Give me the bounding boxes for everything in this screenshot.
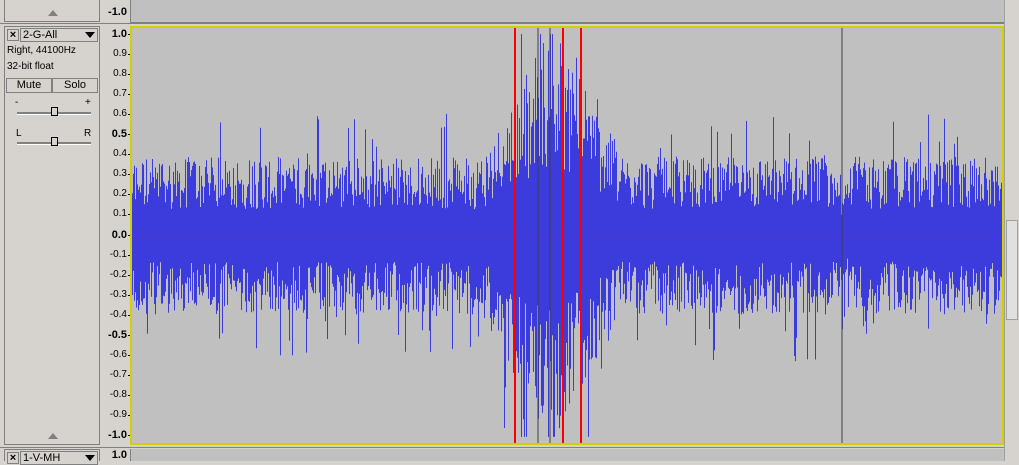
ruler-tick-label: 0.2 bbox=[113, 188, 127, 200]
ruler-tick-label: 0.4 bbox=[113, 148, 127, 160]
track-separator bbox=[0, 447, 1005, 448]
vertical-scrollbar[interactable] bbox=[1004, 0, 1019, 461]
solo-button[interactable]: Solo bbox=[52, 78, 98, 93]
ruler-tick-label: -1.0 bbox=[108, 429, 127, 441]
ruler-tick-label: 0.0 bbox=[111, 228, 127, 241]
top-track-ruler: -1.0 bbox=[101, 0, 131, 22]
top-track-control-panel bbox=[4, 0, 100, 22]
ruler-tick-label: -0.5 bbox=[108, 328, 127, 341]
ruler-tick-label: -0.4 bbox=[109, 308, 127, 320]
bottom-track-ruler: 1.0 bbox=[101, 449, 131, 461]
bottom-track-control-panel: × 1-V-MH bbox=[4, 449, 100, 465]
ruler-tick-label: -0.9 bbox=[109, 408, 127, 420]
track-name: 1-V-MH bbox=[23, 452, 61, 464]
track-separator bbox=[0, 23, 1005, 24]
ruler-tick-label: 0.1 bbox=[113, 208, 127, 220]
ruler-tick-label: 0.5 bbox=[111, 128, 127, 141]
ruler-tick-label: 0.3 bbox=[113, 168, 127, 180]
amplitude-ruler: 1.0 0.9 0.8 0.7 0.6 0.5 0.4 0.3 0.2 0.1 0.0 -0.1 -0.… bbox=[101, 26, 132, 445]
pan-left-label: L bbox=[16, 128, 22, 139]
ruler-tick-label: -0.2 bbox=[109, 268, 127, 280]
scrollbar-thumb[interactable] bbox=[1006, 220, 1018, 320]
ruler-tick-label: -0.1 bbox=[109, 248, 127, 260]
track-control-panel: × 2-G-All Right, 44100Hz 32-bit float Mu… bbox=[4, 26, 100, 445]
ruler-tick-label: 0.6 bbox=[113, 108, 127, 120]
close-track-button[interactable]: × bbox=[7, 29, 19, 41]
chevron-down-icon bbox=[85, 455, 95, 461]
ruler-tick-label: -0.6 bbox=[109, 348, 127, 360]
ruler-tick-label: 0.7 bbox=[113, 88, 127, 100]
gain-plus-label: + bbox=[85, 97, 91, 108]
pan-slider-thumb[interactable] bbox=[51, 137, 58, 146]
ruler-tick-label: -0.8 bbox=[109, 388, 127, 400]
ruler-tick-label: -0.7 bbox=[109, 368, 127, 380]
ruler-tick-label: 0.8 bbox=[113, 68, 127, 80]
gain-minus-label: - bbox=[15, 97, 19, 108]
ruler-label: -1.0 bbox=[108, 6, 127, 18]
collapse-arrow-icon[interactable] bbox=[48, 433, 58, 439]
gain-slider-thumb[interactable] bbox=[51, 107, 58, 116]
mute-button[interactable]: Mute bbox=[6, 78, 52, 93]
bottom-track-wave-area[interactable] bbox=[130, 449, 1005, 461]
ruler-label: 1.0 bbox=[111, 449, 127, 461]
track-format-info: 32-bit float bbox=[7, 61, 54, 72]
ruler-tick-label: 1.0 bbox=[111, 28, 127, 40]
chevron-down-icon bbox=[85, 32, 95, 38]
pan-right-label: R bbox=[84, 128, 92, 139]
waveform bbox=[132, 28, 1002, 443]
top-track-wave-area[interactable] bbox=[130, 0, 1005, 23]
close-track-button[interactable]: × bbox=[7, 452, 19, 464]
track-rate-info: Right, 44100Hz bbox=[7, 45, 76, 56]
ruler-tick-label: 0.9 bbox=[113, 48, 127, 60]
track-name: 2-G-All bbox=[23, 29, 58, 41]
collapse-arrow-icon[interactable] bbox=[48, 10, 58, 16]
waveform-area[interactable] bbox=[130, 26, 1004, 445]
ruler-tick-label: -0.3 bbox=[109, 288, 127, 300]
